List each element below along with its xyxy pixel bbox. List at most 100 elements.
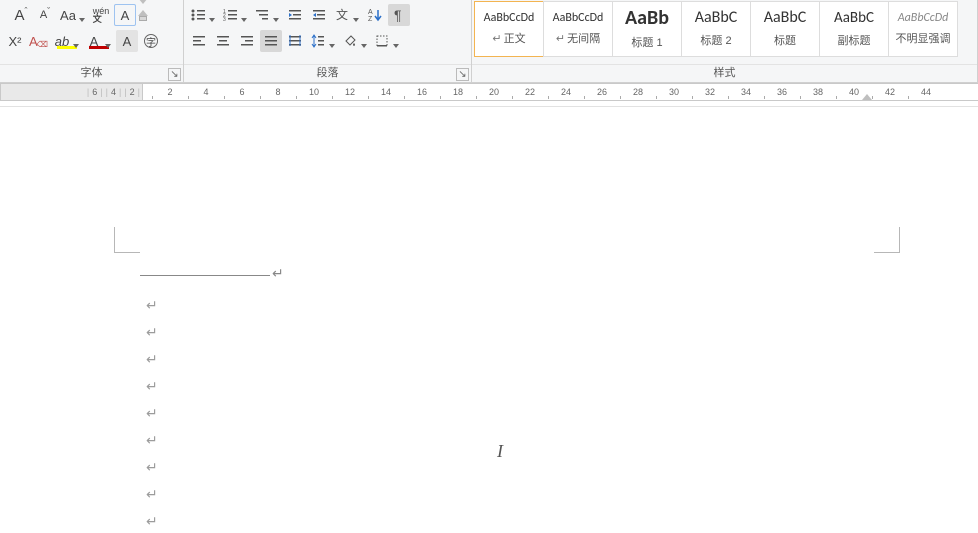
bullets-icon <box>190 7 206 23</box>
multilevel-list-button[interactable] <box>252 4 282 26</box>
style-item-3[interactable]: AaBbC标题 2 <box>681 1 751 57</box>
ruler-tick: 40 <box>845 87 863 97</box>
style-item-5[interactable]: AaBbC副标题 <box>819 1 889 57</box>
asian-layout-button[interactable]: 文 <box>332 4 362 26</box>
style-name: ↵正文 <box>492 30 525 46</box>
decrease-indent-button[interactable] <box>284 4 306 26</box>
style-name: 不明显强调 <box>896 30 951 46</box>
ruler-tick: 2 <box>161 87 179 97</box>
align-justify-button[interactable] <box>260 30 282 52</box>
borders-icon <box>374 33 390 49</box>
font-dialog-launcher[interactable]: ↘ <box>168 68 181 81</box>
change-case-button[interactable]: Aa <box>58 4 88 26</box>
paragraph-mark: ↵ <box>146 351 158 368</box>
ruler-tick: 18 <box>449 87 467 97</box>
align-right-button[interactable] <box>236 30 258 52</box>
clear-formatting-button[interactable]: A ⌫ <box>28 30 50 52</box>
style-preview: AaBb <box>625 8 669 28</box>
horizontal-rule-shape[interactable] <box>140 275 270 276</box>
borders-button[interactable] <box>372 30 402 52</box>
style-preview: AaBbC <box>834 11 874 26</box>
first-line-indent-marker[interactable] <box>138 0 148 4</box>
style-name: 标题 <box>774 32 796 48</box>
left-indent-marker[interactable] <box>139 16 147 21</box>
font-group-label: 字体 ↘ <box>0 64 183 82</box>
styles-gallery[interactable]: AaBbCcDd ↵正文 AaBbCcDd↵无间隔 AaBb 标题 1 AaBbC标题 2… <box>472 0 977 58</box>
ruler-tick: 22 <box>521 87 539 97</box>
increase-indent-button[interactable] <box>308 4 330 26</box>
ruler-left-margin: |6||4||2| <box>0 83 143 101</box>
ruler-tick: 26 <box>593 87 611 97</box>
style-preview: AaBbC <box>764 10 807 26</box>
para-row-1: 123 文 AZ ¶ <box>188 2 467 28</box>
horizontal-ruler[interactable]: |6||4||2| 246810121416182022242628303234… <box>0 83 978 107</box>
style-item-1[interactable]: AaBbCcDd↵无间隔 <box>543 1 613 57</box>
styles-group: AaBbCcDd ↵正文 AaBbCcDd↵无间隔 AaBb 标题 1 AaBbC标题 2… <box>472 0 978 82</box>
ruler-tick: 4 <box>197 87 215 97</box>
phonetic-guide-button[interactable]: wén文 <box>90 4 112 26</box>
numbering-button[interactable]: 123 <box>220 4 250 26</box>
align-center-icon <box>215 33 231 49</box>
font-color-button[interactable]: A <box>84 30 114 52</box>
ruler-tick: 44 <box>917 87 935 97</box>
paint-bucket-icon <box>342 33 358 49</box>
align-left-button[interactable] <box>188 30 210 52</box>
ruler-tick: 8 <box>269 87 287 97</box>
ruler-tick: 32 <box>701 87 719 97</box>
sort-button[interactable]: AZ <box>364 4 386 26</box>
bullets-button[interactable] <box>188 4 218 26</box>
ruler-tick: 42 <box>881 87 899 97</box>
right-indent-marker[interactable] <box>862 94 872 100</box>
pilcrow-icon: ¶ <box>391 7 407 23</box>
document-area[interactable]: ↵ ↵↵↵↵↵↵↵↵↵ I <box>0 107 978 533</box>
style-item-2[interactable]: AaBb 标题 1 <box>612 1 682 57</box>
styles-group-label: 样式 <box>472 64 977 82</box>
ruler-tick: 20 <box>485 87 503 97</box>
ruler-tick: 36 <box>773 87 791 97</box>
enclose-char-button[interactable]: 字 <box>140 30 162 52</box>
enclose-char-icon: 字 <box>144 34 158 48</box>
svg-text:A: A <box>368 9 373 16</box>
paragraph-mark: ↵ <box>146 324 158 341</box>
paragraph-mark: ↵ <box>146 405 158 422</box>
ruler-body: 2468101214161820222426283032343638404244 <box>143 83 978 101</box>
superscript-button[interactable]: X² <box>4 30 26 52</box>
distribute-button[interactable] <box>284 30 306 52</box>
show-marks-button[interactable]: ¶ <box>388 4 410 26</box>
style-item-0[interactable]: AaBbCcDd ↵正文 <box>474 1 544 57</box>
grow-font-button[interactable]: A ˆ <box>10 4 32 26</box>
shading-button[interactable] <box>340 30 370 52</box>
char-shading-button[interactable]: A <box>116 30 138 52</box>
ruler-tick: 34 <box>737 87 755 97</box>
ruler-tick: 14 <box>377 87 395 97</box>
align-justify-icon <box>263 33 279 49</box>
svg-text:Z: Z <box>368 16 373 23</box>
style-item-4[interactable]: AaBbC 标题 <box>750 1 820 57</box>
paragraph-dialog-launcher[interactable]: ↘ <box>456 68 469 81</box>
ruler-tick: 16 <box>413 87 431 97</box>
phonetic-guide-icon: wén文 <box>93 7 110 23</box>
superscript-icon: X² <box>9 34 22 49</box>
paragraph-mark: ↵ <box>146 486 158 503</box>
highlight-button[interactable]: ab <box>52 30 82 52</box>
change-case-icon: Aa <box>60 8 76 23</box>
font-row-2: X² A ⌫ ab A A 字 <box>4 28 179 54</box>
page-corner-top-left <box>114 227 140 253</box>
paragraph-mark: ↵ <box>146 378 158 395</box>
font-group: A ˆ A ˇ Aa wén文 A <box>0 0 184 82</box>
line-spacing-icon <box>310 33 326 49</box>
align-center-button[interactable] <box>212 30 234 52</box>
paragraph-group-label: 段落 ↘ <box>184 64 471 82</box>
ruler-tick: 28 <box>629 87 647 97</box>
shrink-font-button[interactable]: A ˇ <box>34 4 56 26</box>
asian-layout-icon: 文 <box>334 7 350 23</box>
sort-icon: AZ <box>367 7 383 23</box>
style-preview: AaBbCcDd <box>484 12 535 24</box>
font-color-bar <box>89 46 109 49</box>
style-preview: AaBbCcDd <box>553 12 604 24</box>
para-row-2 <box>188 28 467 54</box>
line-spacing-button[interactable] <box>308 30 338 52</box>
char-border-button[interactable]: A <box>114 4 136 26</box>
style-name: 标题 1 <box>631 34 662 50</box>
style-item-6[interactable]: AaBbCcDd不明显强调 <box>888 1 958 57</box>
